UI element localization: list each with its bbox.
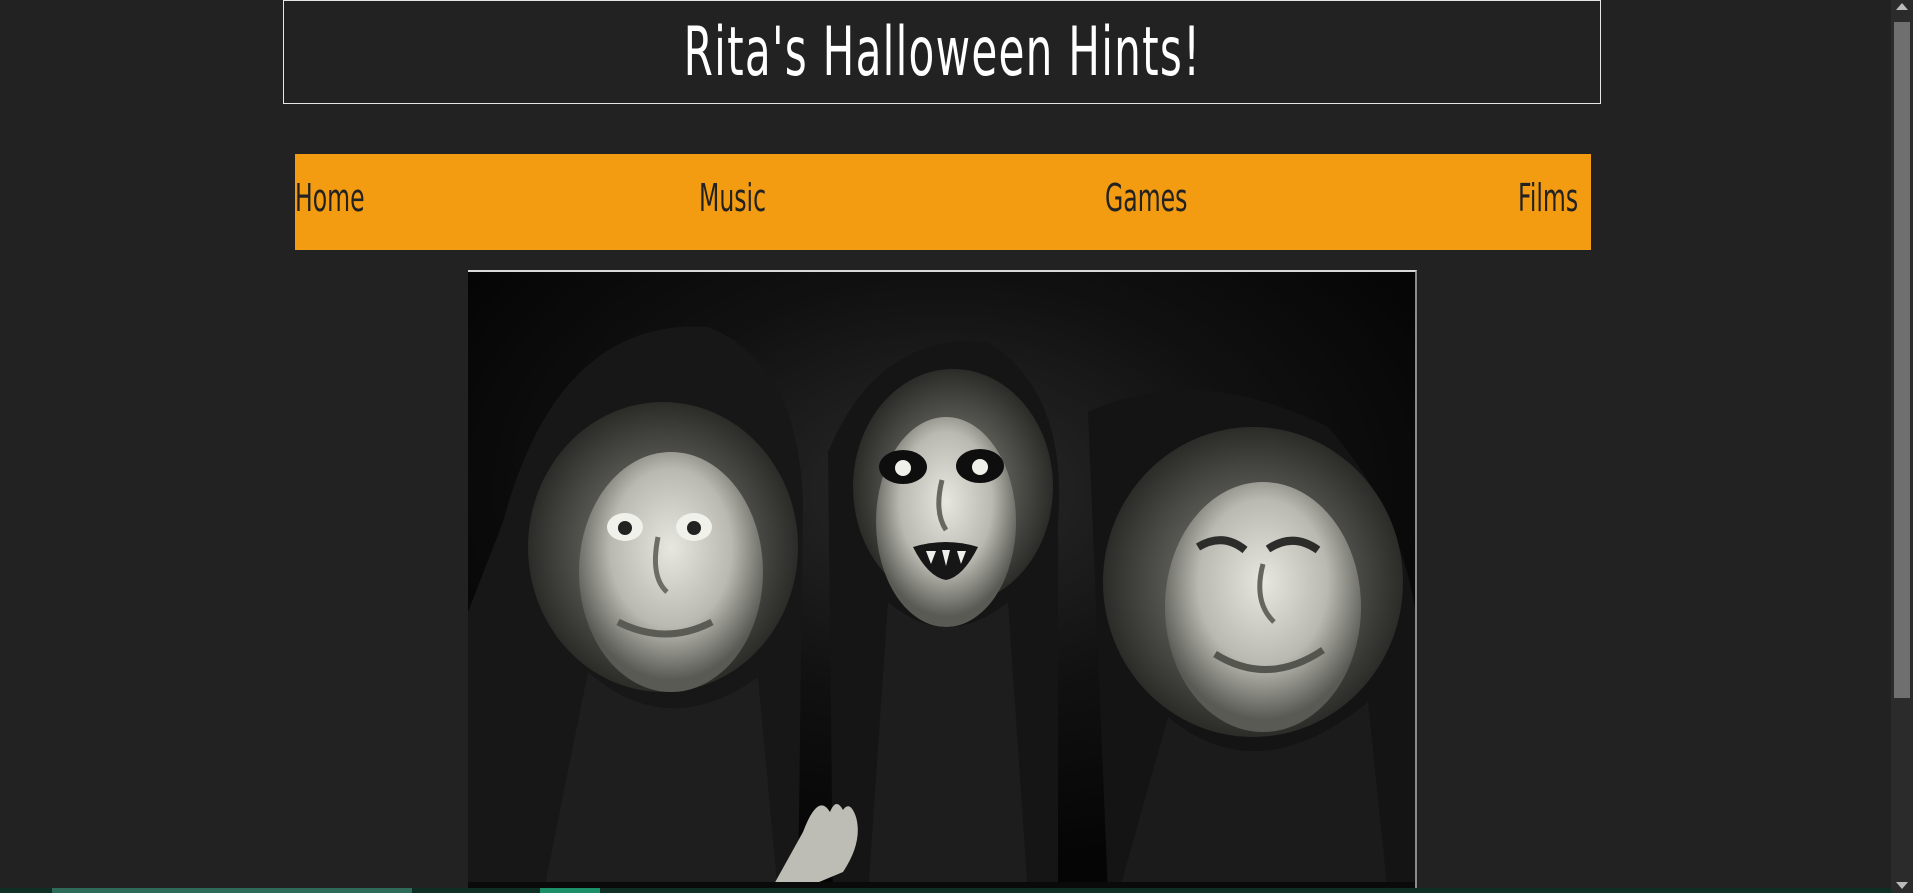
taskbar-item[interactable]: [52, 888, 412, 893]
taskbar-edge: [0, 888, 1891, 893]
site-header: Rita's Halloween Hints!: [283, 0, 1601, 104]
scroll-down-arrow-icon[interactable]: [1896, 882, 1908, 889]
vertical-scrollbar[interactable]: [1891, 0, 1913, 893]
center-witch: [828, 341, 1060, 893]
taskbar-item[interactable]: [540, 888, 600, 893]
nav-link-games[interactable]: Games: [1105, 179, 1187, 217]
nav-link-films[interactable]: Films: [1518, 179, 1578, 217]
nav-link-music[interactable]: Music: [699, 179, 766, 217]
page: Rita's Halloween Hints! Home Music Games…: [0, 0, 1913, 893]
site-title: Rita's Halloween Hints!: [683, 12, 1201, 92]
witches-illustration: [468, 272, 1415, 893]
scroll-up-arrow-icon[interactable]: [1896, 3, 1908, 10]
scrollbar-thumb[interactable]: [1894, 22, 1910, 698]
main-navigation: Home Music Games Films: [295, 154, 1591, 250]
nav-link-home[interactable]: Home: [295, 179, 365, 217]
halloween-witches-photo: [468, 270, 1417, 893]
